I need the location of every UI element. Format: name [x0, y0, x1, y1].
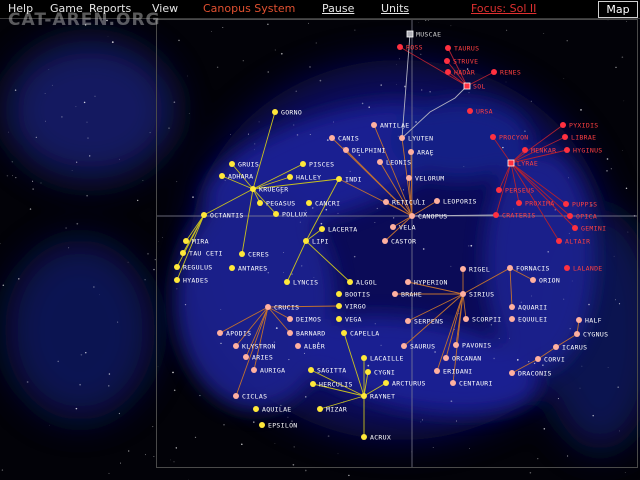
units-button[interactable]: Units	[381, 2, 409, 15]
map-button[interactable]: Map	[598, 1, 638, 18]
galaxy-map-frame[interactable]	[156, 19, 638, 468]
pause-button[interactable]: Pause	[322, 2, 354, 15]
current-system-title: Canopus System	[203, 2, 296, 15]
watermark-logo: CAT-AREN.ORG	[8, 10, 161, 30]
background-star	[304, 469, 307, 472]
background-star	[624, 472, 626, 473]
left-info-panel	[0, 19, 156, 480]
background-star	[348, 474, 350, 477]
background-star	[529, 472, 532, 474]
focus-label[interactable]: Focus: Sol II	[471, 2, 536, 15]
